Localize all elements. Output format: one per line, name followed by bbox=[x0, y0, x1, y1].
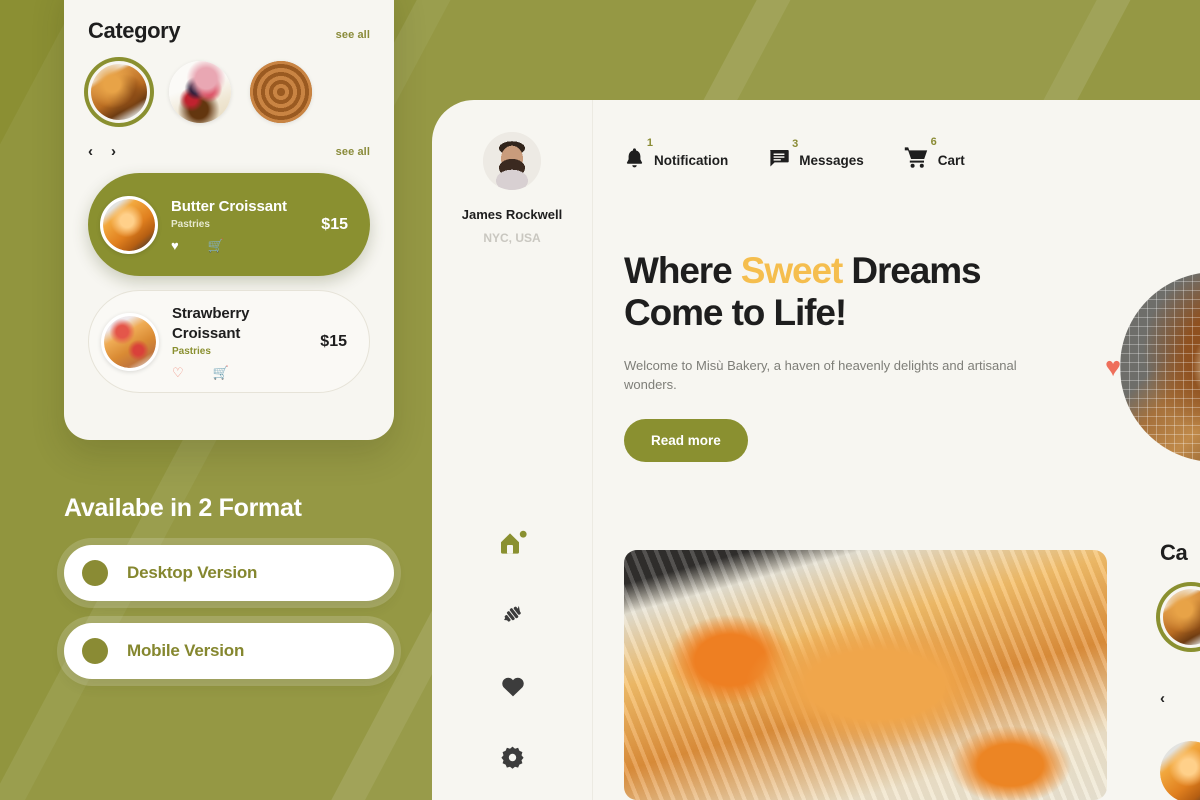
berry-tart-thumbnail-image bbox=[169, 61, 231, 123]
cart-icon: 6 bbox=[904, 137, 937, 174]
hero-title-part1: Where bbox=[624, 250, 741, 291]
format-option-label: Desktop Version bbox=[127, 563, 258, 582]
hero-croissant-photo bbox=[624, 550, 1107, 800]
category-title: Category bbox=[88, 18, 181, 43]
heart-icon[interactable]: ♥ bbox=[171, 239, 179, 252]
sidebar-item-settings[interactable] bbox=[432, 724, 593, 796]
sidebar-item-pastries[interactable] bbox=[432, 580, 593, 652]
croissant-thumbnail-image bbox=[91, 64, 147, 120]
nav-messages[interactable]: 3 Messages bbox=[768, 138, 864, 173]
gear-icon bbox=[500, 745, 525, 775]
top-navigation: 1 Notification 3 Messages 6 Cart bbox=[593, 100, 1200, 220]
hero-section: Where Sweet Dreams Come to Life! Welcome… bbox=[624, 250, 1044, 462]
product-info: Butter Croissant Pastries ♥ 🛒 bbox=[158, 197, 321, 252]
format-heading: Availabe in 2 Format bbox=[64, 494, 302, 522]
cart-badge: 6 bbox=[930, 136, 937, 148]
sidebar-item-favorites[interactable] bbox=[432, 652, 593, 724]
nav-label: Messages bbox=[799, 152, 864, 168]
carousel-prev-icon[interactable]: ‹ bbox=[88, 144, 93, 159]
croissant-thumbnail-image bbox=[1163, 589, 1200, 645]
product-category: Pastries bbox=[171, 219, 210, 231]
cart-icon[interactable]: 🛒 bbox=[208, 239, 224, 252]
radio-dot-icon bbox=[82, 638, 108, 664]
category-thumb-berry-tart[interactable] bbox=[169, 61, 231, 123]
product-info: Strawberry Croissant Pastries ♡ 🛒 bbox=[159, 304, 320, 380]
app-sidebar: James Rockwell NYC, USA bbox=[432, 100, 593, 800]
strawberry-croissant-image bbox=[104, 315, 156, 368]
category-card: Category see all ‹ › see all Butter Croi… bbox=[64, 0, 394, 440]
home-icon bbox=[499, 529, 527, 560]
avatar[interactable] bbox=[483, 132, 541, 190]
page-root: Category see all ‹ › see all Butter Croi… bbox=[0, 0, 1200, 800]
category-header: Category see all bbox=[88, 18, 370, 44]
right-category-thumb[interactable] bbox=[1160, 586, 1200, 648]
avatar-photo bbox=[483, 132, 541, 190]
cinnamon-roll-thumbnail-image bbox=[250, 61, 312, 123]
nav-label: Cart bbox=[937, 152, 965, 168]
carousel-arrows: ‹ › bbox=[88, 144, 116, 159]
radio-dot-icon bbox=[82, 560, 108, 586]
category-thumb-croissant[interactable] bbox=[88, 61, 150, 123]
format-option-label: Mobile Version bbox=[127, 641, 245, 660]
hero-title-accent: Sweet bbox=[740, 250, 844, 291]
user-name: James Rockwell bbox=[461, 207, 563, 222]
notification-badge: 1 bbox=[646, 136, 653, 149]
right-panel-prev-icon[interactable]: ‹ bbox=[1160, 690, 1200, 707]
bell-icon: 1 bbox=[624, 137, 653, 174]
product-actions: ♥ 🛒 bbox=[171, 239, 321, 252]
product-price: $15 bbox=[320, 332, 347, 350]
product-name: Butter Croissant bbox=[171, 197, 287, 215]
format-option-desktop[interactable]: Desktop Version bbox=[64, 545, 394, 601]
product-name: Strawberry Croissant bbox=[172, 304, 250, 342]
nav-notification[interactable]: 1 Notification bbox=[624, 137, 729, 174]
messages-badge: 3 bbox=[792, 137, 799, 150]
right-panel-title: Ca bbox=[1160, 540, 1188, 565]
right-category-thumb-secondary[interactable] bbox=[1160, 741, 1200, 800]
sidebar-nav bbox=[432, 508, 593, 796]
category-thumbnail-row bbox=[88, 61, 370, 123]
heart-icon[interactable]: ♡ bbox=[172, 366, 184, 379]
carousel-next-icon[interactable]: › bbox=[111, 144, 116, 159]
product-price: $15 bbox=[321, 215, 348, 233]
nav-label: Notification bbox=[654, 152, 729, 168]
category-carousel-nav: ‹ › see all bbox=[88, 144, 370, 159]
hero-subtitle: Welcome to Misù Bakery, a haven of heave… bbox=[624, 357, 1017, 393]
message-icon: 3 bbox=[768, 138, 798, 173]
sidebar-item-home[interactable] bbox=[432, 508, 593, 580]
cart-icon[interactable]: 🛒 bbox=[213, 366, 229, 379]
product-list-item[interactable]: Butter Croissant Pastries ♥ 🛒 $15 bbox=[88, 173, 370, 276]
croissant-icon bbox=[500, 601, 526, 632]
nav-cart[interactable]: 6 Cart bbox=[904, 137, 965, 174]
heart-icon bbox=[500, 674, 526, 703]
product-actions: ♡ 🛒 bbox=[172, 366, 320, 379]
format-option-mobile[interactable]: Mobile Version bbox=[64, 623, 394, 679]
product-list-item[interactable]: Strawberry Croissant Pastries ♡ 🛒 $15 bbox=[88, 290, 370, 393]
product-thumbnail bbox=[100, 195, 158, 254]
category-thumb-cinnamon-roll[interactable] bbox=[250, 61, 312, 123]
user-location: NYC, USA bbox=[483, 231, 541, 245]
butter-croissant-image bbox=[1160, 741, 1200, 800]
read-more-button[interactable]: Read more bbox=[624, 418, 748, 462]
favorite-heart-icon[interactable]: ♥ bbox=[1105, 354, 1121, 381]
page-title: Where Sweet Dreams Come to Life! bbox=[624, 250, 1044, 334]
product-thumbnail bbox=[101, 312, 159, 371]
see-all-link-bottom[interactable]: see all bbox=[336, 146, 370, 158]
product-category: Pastries bbox=[172, 346, 211, 358]
butter-croissant-image bbox=[103, 198, 155, 251]
format-availability-block: Availabe in 2 Format Desktop Version Mob… bbox=[64, 494, 394, 679]
promo-column: Category see all ‹ › see all Butter Croi… bbox=[0, 0, 432, 800]
right-category-panel: Ca ‹ bbox=[1160, 540, 1200, 800]
see-all-link-top[interactable]: see all bbox=[336, 29, 370, 41]
